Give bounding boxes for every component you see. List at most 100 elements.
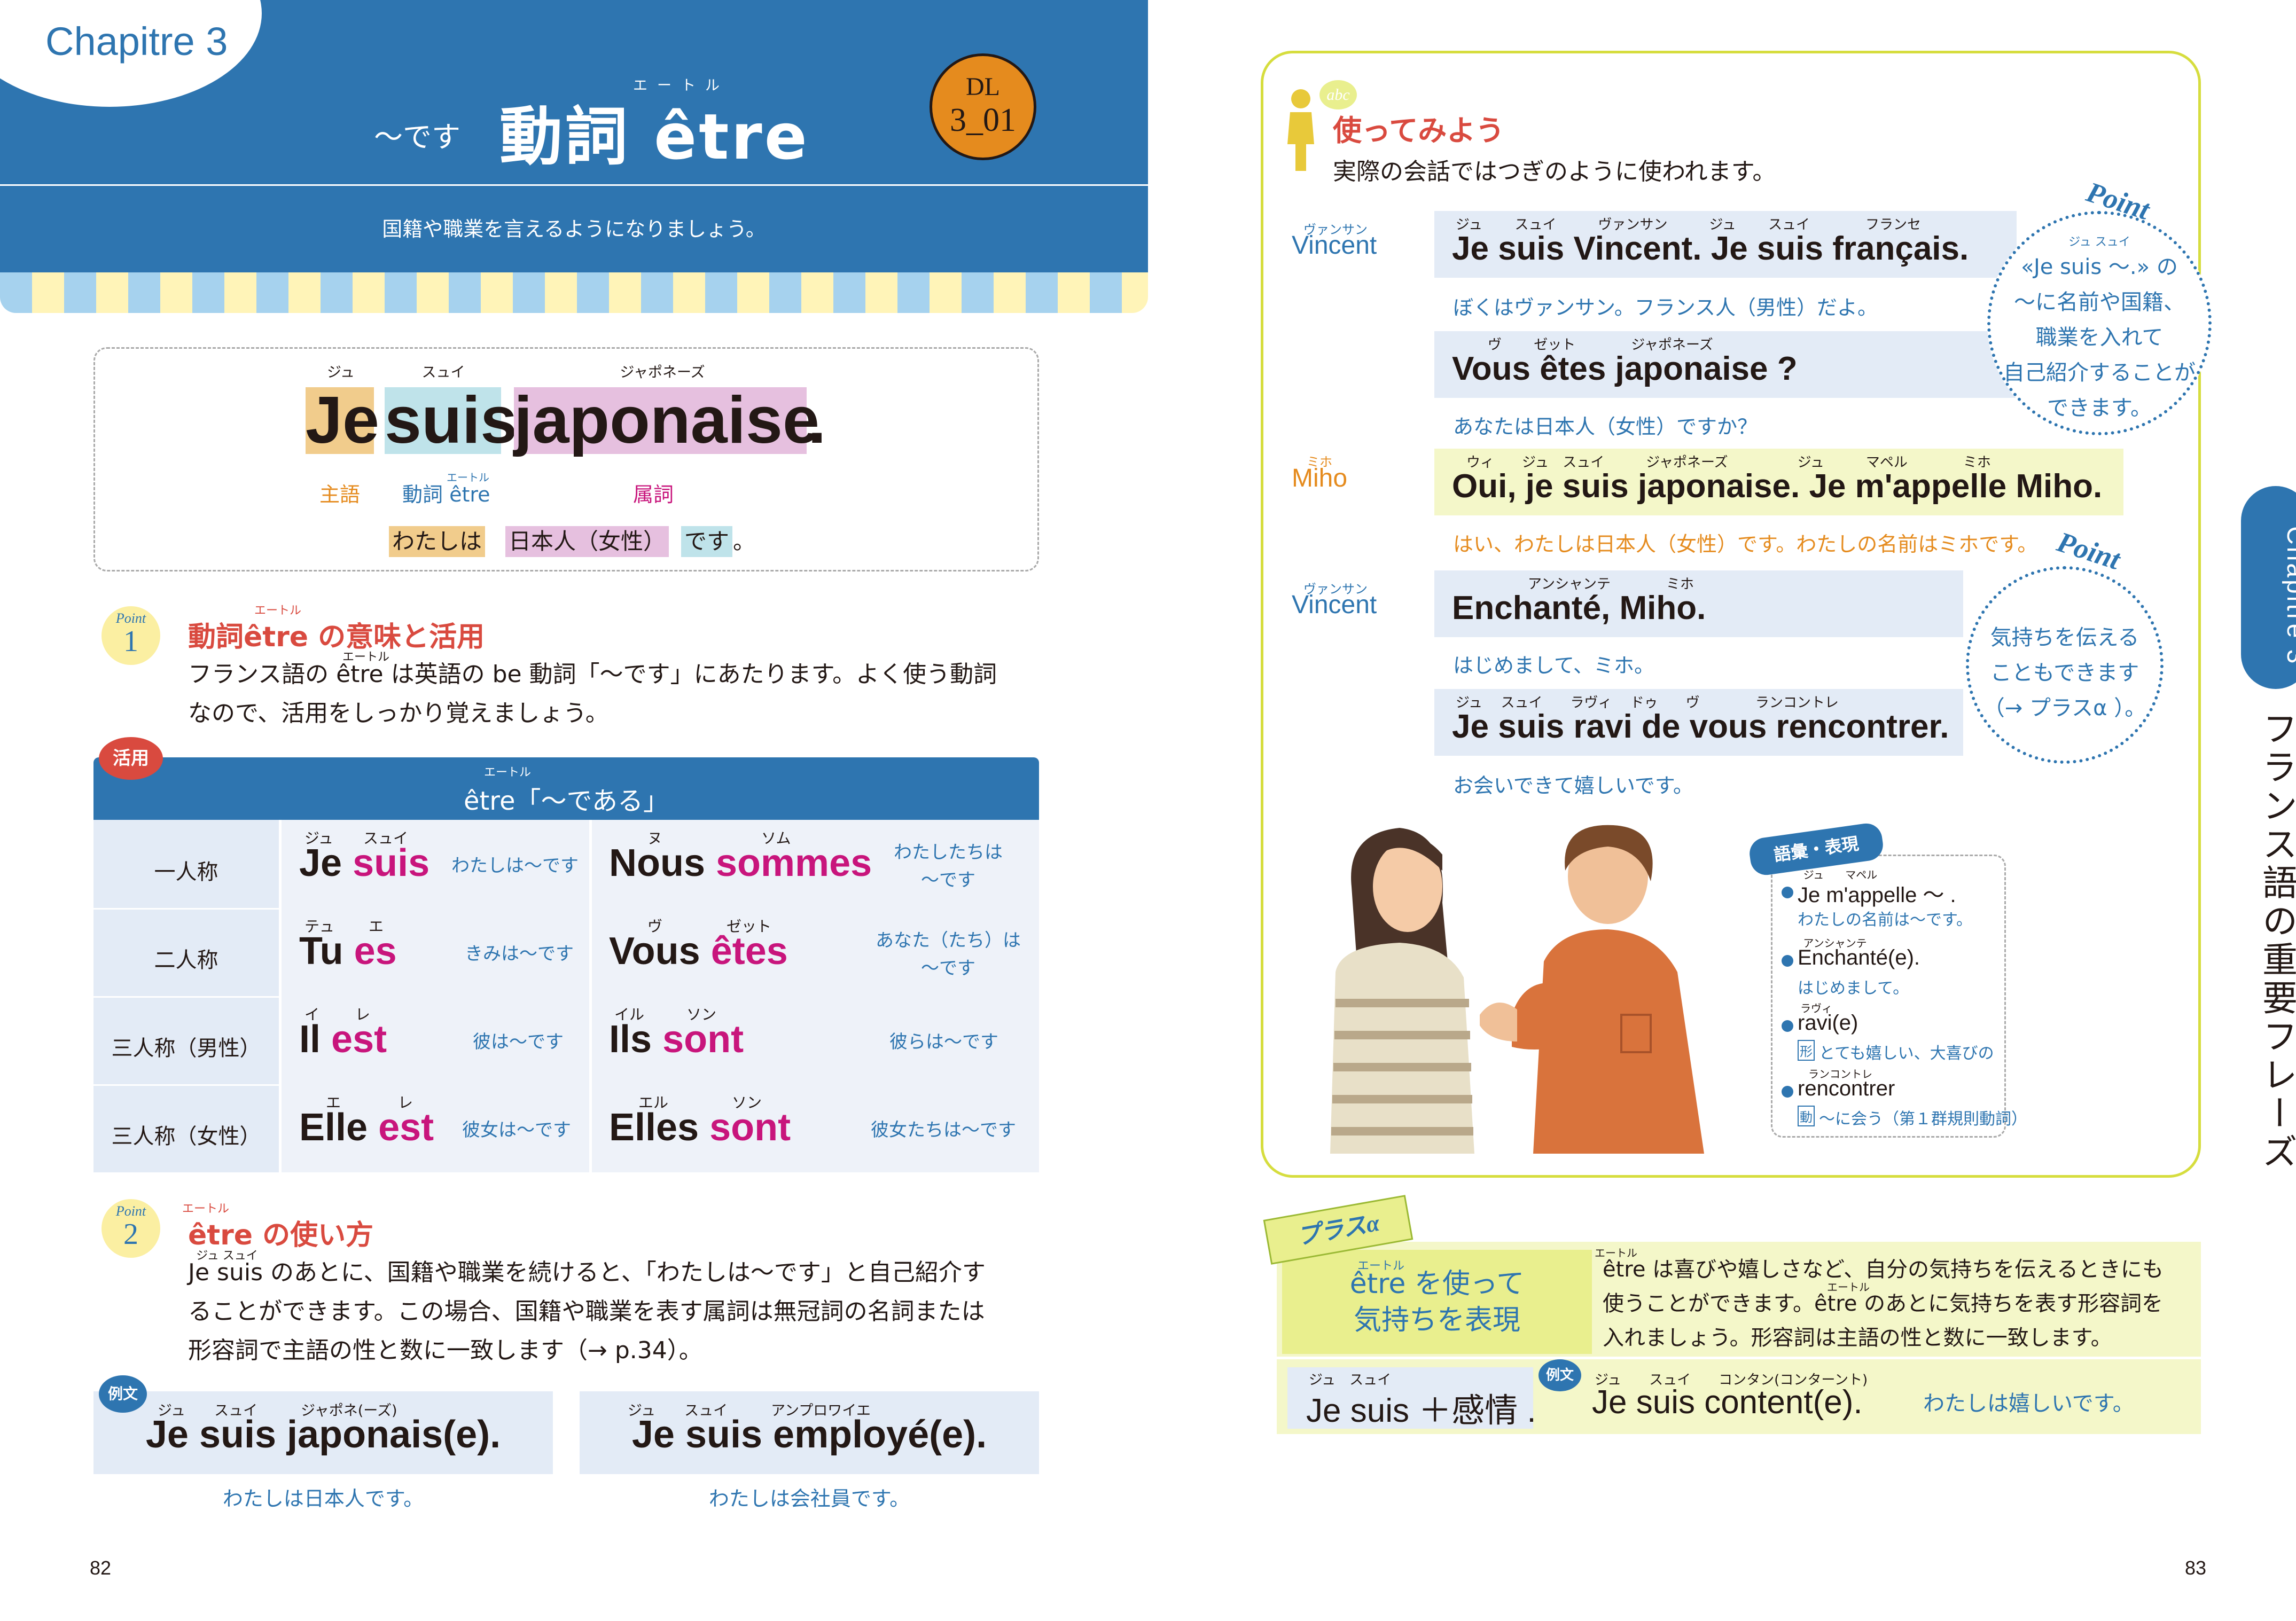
download-badge: DL 3_01 — [930, 53, 1036, 160]
bullet — [1782, 1020, 1793, 1032]
conj-gloss: きみは～です — [465, 943, 574, 965]
conjugation-table-header: エートル être「～である」 — [93, 757, 1039, 820]
example-2-translation: わたしは会社員です。 — [708, 1487, 910, 1510]
vocab-word: rencontrer — [1798, 1077, 1895, 1100]
gloss-line: わたしたちは — [894, 842, 1003, 863]
section-subtitle: 実際の会話ではつぎのように使われます。 — [1333, 158, 1776, 185]
pronoun: Elle — [299, 1106, 368, 1149]
bullet — [1782, 887, 1793, 898]
label-subject: 主語 — [319, 483, 361, 506]
translation-attribute: 日本人（女性） — [505, 526, 669, 557]
point-note-line: （→ プラスα ）。 — [1983, 696, 2146, 721]
conjugation-header-ruby: エートル — [483, 766, 531, 779]
example-badge: 例文 — [1539, 1359, 1581, 1391]
conj-gloss: 彼らは～です — [889, 1031, 998, 1053]
point-1-badge: Point 1 — [101, 606, 160, 665]
vocab-meaning: ～に会う（第１群規則動詞） — [1819, 1110, 2027, 1129]
subject-word: Je — [306, 383, 379, 457]
conj-gloss: わたしは～です — [451, 855, 579, 876]
translation-verb: です — [681, 526, 733, 557]
plus-alpha-example-translation: わたしは嬉しいです。 — [1923, 1391, 2134, 1416]
verb-form: es — [354, 930, 397, 973]
scallop-border — [0, 272, 1148, 313]
verb-form: sont — [662, 1018, 744, 1061]
formula: Je suis ＋感情 . — [1306, 1392, 1536, 1429]
section-title: 使ってみよう — [1333, 114, 1505, 147]
title-prefix: ～です — [374, 120, 460, 154]
label-attribute: 属詞 — [633, 483, 674, 506]
pos-tag: 動 — [1798, 1106, 1815, 1126]
person-icon — [1287, 89, 1314, 171]
page-number-right: 83 — [2185, 1557, 2207, 1579]
vocab-word: ravi(e) — [1798, 1011, 1858, 1035]
dialog-2-translation: あなたは日本人（女性）ですか？ — [1453, 415, 1758, 438]
chapter-label: Chapitre 3 — [45, 19, 228, 64]
pronoun: Il — [299, 1018, 321, 1061]
point-note-line: できます。 — [2047, 396, 2152, 420]
download-badge-label: DL — [966, 73, 1000, 101]
point-2-word: Point — [115, 1203, 146, 1219]
plus-alpha-body-line: être は喜びや嬉しさなど、自分の気持ちを伝えるときにも — [1603, 1257, 2164, 1282]
verb-form: est — [378, 1106, 434, 1149]
point-note-line: ～に名前や国籍、 — [2014, 290, 2185, 315]
example-1-sentence: Je suis japonais(e). — [145, 1413, 501, 1456]
conj-ils-sont: Ils sont — [609, 1017, 744, 1061]
example-1-translation: わたしは日本人です。 — [222, 1487, 424, 1510]
person-first: 一人称 — [154, 860, 218, 884]
page-title: 動詞 être — [499, 100, 809, 174]
conj-gloss: あなた（たち）は ～です — [868, 927, 1028, 982]
pronoun: Tu — [299, 930, 343, 973]
conjugation-header-title: être「～である」 — [463, 786, 669, 816]
point-note-1-ruby: ジュ スュイ — [2068, 236, 2130, 249]
plus-alpha-body: être は喜びや嬉しさなど、自分の気持ちを伝えるときにも 使うことができます。… — [1603, 1252, 2190, 1355]
verb-form: est — [331, 1018, 387, 1061]
point-1-word: Point — [115, 610, 146, 626]
vocab-meaning: はじめまして。 — [1798, 979, 1909, 998]
verb-form: sont — [709, 1106, 791, 1149]
label-verb: 動詞 être — [402, 483, 490, 506]
point-2-body-line-3: 形容詞で主語の性と数に一致します（→ p.34）。 — [188, 1337, 702, 1364]
conj-tu-es: Tu es — [299, 929, 397, 973]
conj-gloss: 彼女は～です — [462, 1119, 571, 1141]
pronoun: Je — [299, 842, 342, 884]
point-note-line: 気持ちを伝える — [1990, 625, 2139, 650]
gloss-line: あなた（たち）は — [876, 930, 1021, 951]
person-second: 二人称 — [154, 948, 218, 973]
plus-alpha-title-line: 気持ちを表現 — [1353, 1304, 1520, 1336]
page-number-left: 82 — [90, 1557, 112, 1579]
conj-gloss: 彼は～です — [473, 1031, 564, 1053]
point-1-body-line-1: フランス語の être は英語の be 動詞「～です」にあたります。よく使う動詞 — [188, 661, 997, 688]
abc-icon: abc — [1319, 80, 1357, 109]
example-badge: 例文 — [99, 1375, 147, 1413]
plus-alpha-title: être を使って 気持ちを表現 — [1282, 1266, 1592, 1338]
example-2: ジュ スュイ アンプロワイエ Je suis employé(e). — [580, 1391, 1039, 1474]
example-1: ジュ スュイ ジャポネ(ーズ) Je suis japonais(e). — [93, 1391, 553, 1474]
verb-word: suis — [385, 383, 518, 457]
gloss-line: ～です — [921, 870, 975, 891]
verb-form: sommes — [716, 842, 872, 884]
plus-alpha-body-line: 入れましょう。形容詞は主語の性と数に一致します。 — [1603, 1326, 2112, 1350]
people-illustration — [1330, 825, 1704, 1154]
point-2-badge: Point 2 — [101, 1199, 160, 1258]
dialog-3-translation: はい、わたしは日本人（女性）です。わたしの名前はミホです。 — [1453, 532, 2038, 556]
dialog-5-sentence: Je suis ravi de vous rencontrer. — [1452, 708, 1949, 745]
vocab-word: Je m'appelle ～ . — [1798, 883, 1956, 907]
plus-alpha-body-line: 使うことができます。être のあとに気持ちを表す形容詞を — [1603, 1291, 2164, 1316]
left-page: Chapitre 3 ～です エートル 動詞 être DL 3_01 国籍や職… — [0, 0, 1148, 1621]
point-1-body-line-2: なので、活用をしっかり覚えましょう。 — [188, 700, 609, 727]
plus-alpha-example: Je suis content(e). — [1592, 1384, 1863, 1421]
point-note-line: «Je suis ～.» の — [2021, 255, 2178, 279]
pronoun: Vous — [609, 930, 700, 973]
conj-je-suis: Je suis — [299, 841, 429, 885]
point-1-number: 1 — [123, 625, 138, 658]
attribute-word: japonaise — [514, 383, 819, 457]
conj-nous-sommes: Nous sommes — [609, 841, 872, 885]
verb-form: suis — [353, 842, 430, 884]
speaker-miho: Miho — [1292, 464, 1348, 492]
speaker-vincent: Vincent — [1292, 231, 1377, 260]
pronoun: Ils — [609, 1018, 652, 1061]
pronoun: Elles — [609, 1106, 699, 1149]
point-2-number: 2 — [123, 1218, 138, 1251]
point-1-title: 動詞être の意味と活用 — [188, 621, 485, 653]
point-2-body-line-1: Je suis のあとに、国籍や職業を続けると、「わたしは～です」と自己紹介す — [188, 1259, 986, 1286]
